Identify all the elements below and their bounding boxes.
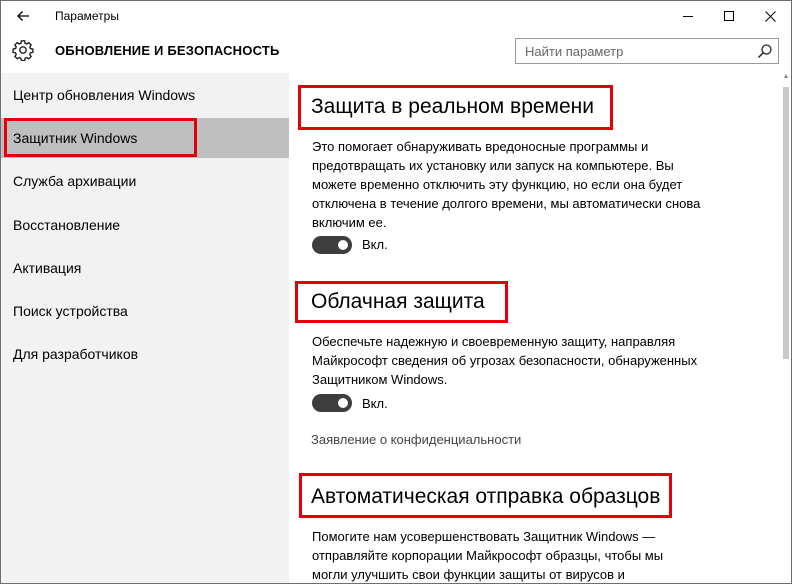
scrollbar-thumb[interactable] — [783, 87, 789, 359]
sidebar-item-recovery[interactable]: Восстановление — [1, 205, 289, 245]
page-header: ОБНОВЛЕНИЕ И БЕЗОПАСНОСТЬ — [1, 31, 791, 73]
sidebar-item-backup[interactable]: Служба архивации — [1, 161, 289, 201]
sidebar-item-label: Поиск устройства — [13, 303, 128, 319]
back-button[interactable] — [1, 1, 45, 31]
cloud-description: Обеспечьте надежную и своевременную защи… — [312, 334, 698, 387]
samples-description: Помогите нам усовершенствовать Защитник … — [312, 529, 664, 582]
privacy-statement-link[interactable]: Заявление о конфиденциальности — [311, 432, 521, 447]
vertical-scrollbar[interactable]: ▲ — [781, 73, 791, 583]
cloud-toggle-label: Вкл. — [362, 396, 388, 411]
realtime-toggle-label: Вкл. — [362, 237, 388, 252]
sidebar-item-label: Активация — [13, 260, 82, 276]
sidebar-item-find-device[interactable]: Поиск устройства — [1, 291, 289, 331]
highlight-frame — [299, 473, 672, 518]
back-arrow-icon — [17, 11, 29, 21]
search-box[interactable] — [515, 38, 779, 64]
close-button[interactable] — [751, 1, 789, 31]
maximize-button[interactable] — [710, 1, 748, 31]
close-icon — [764, 10, 776, 22]
page-title: ОБНОВЛЕНИЕ И БЕЗОПАСНОСТЬ — [55, 43, 280, 58]
minimize-icon — [683, 16, 693, 17]
highlight-frame — [295, 281, 508, 323]
scroll-up-icon[interactable]: ▲ — [781, 73, 791, 83]
window-title: Параметры — [55, 9, 119, 23]
gear-icon — [12, 40, 34, 61]
toggle-knob — [338, 240, 348, 250]
search-input[interactable] — [516, 39, 755, 63]
highlight-frame — [298, 85, 613, 130]
title-bar: Параметры — [1, 1, 791, 31]
sidebar-item-windows-update[interactable]: Центр обновления Windows — [1, 75, 289, 115]
minimize-button[interactable] — [669, 1, 707, 31]
sidebar-item-label: Центр обновления Windows — [13, 87, 196, 103]
sidebar-item-label: Служба архивации — [13, 173, 137, 189]
sidebar-item-for-developers[interactable]: Для разработчиков — [1, 334, 289, 374]
sidebar-item-activation[interactable]: Активация — [1, 248, 289, 288]
settings-window: Параметры ОБНОВЛЕНИЕ И БЕЗОПАСНОСТЬ Найт… — [0, 0, 792, 584]
main-content: Защита в реальном времени Это помогает о… — [289, 73, 781, 583]
search-icon[interactable] — [757, 43, 773, 59]
toggle-knob — [338, 398, 348, 408]
realtime-toggle[interactable] — [312, 236, 352, 254]
sidebar-item-label: Восстановление — [13, 217, 121, 233]
highlight-frame — [4, 118, 197, 157]
maximize-icon — [724, 11, 734, 21]
sidebar-item-label: Для разработчиков — [13, 346, 139, 362]
sidebar: Центр обновления Windows Защитник Window… — [1, 73, 289, 583]
cloud-toggle[interactable] — [312, 394, 352, 412]
realtime-description: Это помогает обнаруживать вредоносные пр… — [312, 139, 701, 230]
